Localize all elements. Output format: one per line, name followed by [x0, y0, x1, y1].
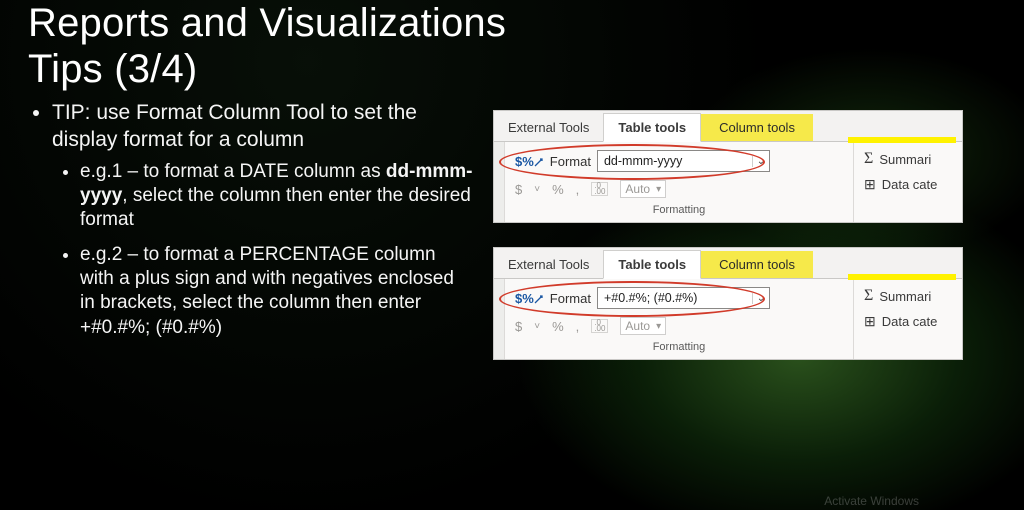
summarization-item[interactable]: ΣSummari — [864, 287, 956, 305]
ribbon-tabs: External Tools Table tools Column tools — [494, 248, 962, 279]
percent-icon[interactable]: % — [552, 182, 564, 197]
format-row-2: $ ˅ % , .0.00 Auto▾ — [515, 317, 843, 335]
windows-watermark: Activate Windows — [824, 494, 919, 508]
ribbon-screenshot-1: External Tools Table tools Column tools … — [493, 110, 963, 223]
percent-icon[interactable]: % — [552, 319, 564, 334]
currency-icon[interactable]: $ — [515, 319, 522, 334]
tab-table-tools[interactable]: Table tools — [603, 113, 701, 142]
tab-table-tools[interactable]: Table tools — [603, 250, 701, 279]
decimal-stepper[interactable]: .0.00 — [591, 319, 608, 333]
bullet-main: TIP: use Format Column Tool to set the d… — [52, 100, 473, 340]
slide-title: Reports and Visualizations Tips (3/4) — [28, 0, 994, 92]
properties-group: ΣSummari ⊞Data cate — [853, 142, 962, 222]
decimal-auto[interactable]: Auto▾ — [620, 180, 666, 198]
ribbon-left-edge — [494, 279, 505, 359]
summarization-item[interactable]: ΣSummari — [864, 150, 956, 168]
tab-external-tools[interactable]: External Tools — [494, 114, 603, 141]
tab-external-tools[interactable]: External Tools — [494, 251, 603, 278]
format-input[interactable] — [598, 289, 752, 307]
decimal-auto[interactable]: Auto▾ — [620, 317, 666, 335]
sigma-icon: Σ — [864, 150, 873, 168]
bullet-sub-2: e.g.2 – to format a PERCENTAGE column wi… — [80, 243, 473, 340]
format-input[interactable] — [598, 152, 752, 170]
group-label-formatting: Formatting — [515, 341, 843, 357]
data-category-item[interactable]: ⊞Data cate — [864, 313, 956, 330]
bullet-text-column: TIP: use Format Column Tool to set the d… — [28, 100, 473, 360]
ribbon-left-edge — [494, 142, 505, 222]
tab-column-tools[interactable]: Column tools — [701, 114, 813, 141]
category-icon: ⊞ — [864, 313, 876, 330]
format-icon: $% — [515, 155, 544, 168]
title-line-2: Tips (3/4) — [28, 47, 197, 91]
screenshot-column: External Tools Table tools Column tools … — [493, 100, 994, 360]
format-icon: $% — [515, 292, 544, 305]
properties-group: ΣSummari ⊞Data cate — [853, 279, 962, 359]
format-label: Format — [550, 291, 591, 306]
format-label: Format — [550, 154, 591, 169]
data-category-item[interactable]: ⊞Data cate — [864, 176, 956, 193]
chevron-down-icon[interactable]: ⌄ — [752, 156, 769, 167]
comma-icon[interactable]: , — [576, 182, 580, 197]
ribbon-screenshot-2: External Tools Table tools Column tools … — [493, 247, 963, 360]
group-label-formatting: Formatting — [515, 204, 843, 220]
title-line-1: Reports and Visualizations — [28, 1, 506, 45]
chevron-down-icon[interactable]: ⌄ — [752, 293, 769, 304]
bullet-sub-1: e.g.1 – to format a DATE column as dd-mm… — [80, 160, 473, 233]
decimal-stepper[interactable]: .0.00 — [591, 182, 608, 196]
sigma-icon: Σ — [864, 287, 873, 305]
format-row-2: $ ˅ % , .0.00 Auto▾ — [515, 180, 843, 198]
category-icon: ⊞ — [864, 176, 876, 193]
currency-icon[interactable]: $ — [515, 182, 522, 197]
tab-column-tools[interactable]: Column tools — [701, 251, 813, 278]
ribbon-tabs: External Tools Table tools Column tools — [494, 111, 962, 142]
format-dropdown[interactable]: ⌄ — [597, 287, 770, 309]
format-dropdown[interactable]: ⌄ — [597, 150, 770, 172]
comma-icon[interactable]: , — [576, 319, 580, 334]
